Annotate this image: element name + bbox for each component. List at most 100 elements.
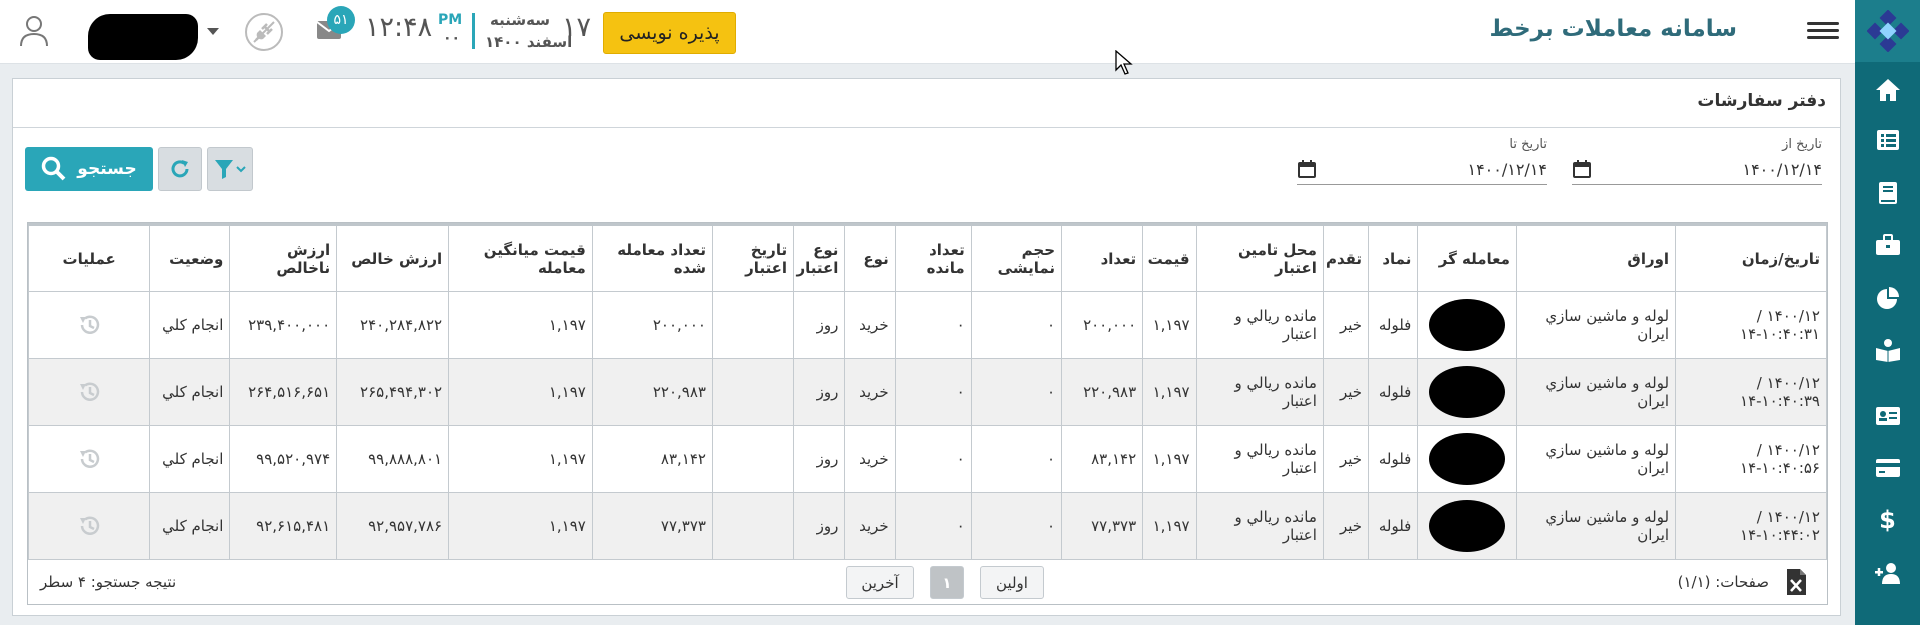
subscription-button[interactable]: پذیره نویسی	[603, 12, 736, 54]
col-header[interactable]: تاریخ/زمان	[1675, 223, 1827, 292]
cell-credit-date	[711, 358, 795, 426]
briefcase-icon[interactable]	[1855, 225, 1920, 265]
col-header[interactable]: وضعیت	[149, 223, 231, 292]
calendar-icon[interactable]	[1572, 159, 1592, 179]
page-1-button[interactable]: ۱	[930, 566, 964, 599]
cell-remaining: ۰	[894, 425, 972, 493]
cell-net-value: ۲۴۰,۲۸۴,۸۲۲	[336, 291, 450, 359]
pie-chart-icon[interactable]	[1855, 278, 1920, 318]
cell-datetime: ۱۴۰۰/۱۲ /۱۴-۱۰:۴۰:۵۶	[1675, 425, 1827, 493]
cell-priority: خیر	[1322, 492, 1370, 560]
dollar-icon[interactable]: $	[1855, 500, 1920, 540]
cell-trader	[1417, 425, 1517, 493]
top-bar: سامانه معاملات برخط پذیره نویسی ۱۷ سه‌شن…	[0, 0, 1855, 64]
col-header[interactable]: قیمت میانگین معامله	[448, 223, 593, 292]
list-icon[interactable]	[1855, 120, 1920, 160]
cell-credit-date	[711, 425, 795, 493]
col-header[interactable]: نوع اعتبار	[793, 223, 846, 292]
user-icon[interactable]	[18, 14, 50, 48]
table-row[interactable]: ۱۴۰۰/۱۲ /۱۴-۱۰:۴۰:۳۱ لوله و ماشين سازي ا…	[27, 291, 1827, 359]
sidebar: $	[1855, 0, 1920, 625]
excel-export-icon[interactable]	[1785, 568, 1807, 596]
cell-credit-source: مانده ريالي و اعتبار	[1195, 358, 1324, 426]
time-seconds: ۰۰	[443, 30, 461, 46]
cell-actions	[27, 291, 151, 359]
cell-status: انجام كلي	[149, 291, 231, 359]
cell-paper: لوله و ماشين سازي ايران	[1515, 425, 1677, 493]
cell-symbol: فلوله	[1368, 291, 1419, 359]
table-row[interactable]: ۱۴۰۰/۱۲ /۱۴-۱۰:۴۰:۵۶ لوله و ماشين سازي ا…	[27, 425, 1827, 493]
history-icon[interactable]	[77, 447, 101, 471]
home-icon[interactable]	[1855, 70, 1920, 110]
cell-actions	[27, 492, 151, 560]
logo[interactable]	[1855, 0, 1920, 62]
filter-button[interactable]	[207, 147, 253, 191]
date-to-input[interactable]: ۱۴۰۰/۱۲/۱۴	[1297, 153, 1547, 185]
cell-symbol: فلوله	[1368, 492, 1419, 560]
col-header[interactable]: محل تامین اعتبار	[1195, 223, 1324, 292]
connection-icon[interactable]	[245, 13, 283, 51]
table-row[interactable]: ۱۴۰۰/۱۲ /۱۴-۱۰:۴۴:۰۲ لوله و ماشين سازي ا…	[27, 492, 1827, 560]
cell-gross-value: ۲۶۴,۵۱۶,۶۵۱	[229, 358, 338, 426]
col-header[interactable]: تقدم	[1322, 223, 1370, 292]
history-icon[interactable]	[77, 380, 101, 404]
first-page-button[interactable]: اولین	[980, 566, 1044, 599]
cell-credit-date	[711, 492, 795, 560]
orders-table: تاریخ/زمان اوراق معامله گر نماد تقدم محل…	[27, 222, 1828, 605]
logo-icon	[1866, 10, 1909, 52]
cell-gross-value: ۲۳۹,۴۰۰,۰۰۰	[229, 291, 338, 359]
search-button[interactable]: جستجو	[25, 147, 153, 191]
col-header[interactable]: قیمت	[1142, 223, 1197, 292]
id-card-icon[interactable]	[1855, 396, 1920, 436]
cell-credit-source: مانده ريالي و اعتبار	[1195, 291, 1324, 359]
col-header[interactable]: نماد	[1368, 223, 1419, 292]
table-row[interactable]: ۱۴۰۰/۱۲ /۱۴-۱۰:۴۰:۳۹ لوله و ماشين سازي ا…	[27, 358, 1827, 426]
cell-display-volume: ۰	[970, 425, 1063, 493]
cell-type: خرید	[844, 358, 896, 426]
col-header[interactable]: تاریخ اعتبار	[711, 223, 795, 292]
col-header[interactable]: ارزش خالص	[336, 223, 450, 292]
reader-icon[interactable]	[1855, 330, 1920, 370]
cell-paper: لوله و ماشين سازي ايران	[1515, 358, 1677, 426]
col-header[interactable]: عملیات	[27, 223, 151, 292]
cell-credit-type: روز	[793, 291, 846, 359]
col-header[interactable]: حجم نمایشی	[970, 223, 1063, 292]
book-icon[interactable]	[1855, 173, 1920, 213]
trader-redacted	[1429, 366, 1506, 418]
col-header[interactable]: ارزش ناخالص	[229, 223, 338, 292]
date-from-input[interactable]: ۱۴۰۰/۱۲/۱۴	[1572, 153, 1822, 185]
col-header[interactable]: تعداد مانده	[894, 223, 972, 292]
cell-count: ۲۲۰,۹۸۳	[1061, 358, 1144, 426]
divider	[13, 127, 1840, 128]
refresh-button[interactable]	[158, 147, 202, 191]
date-weekday: سه‌شنبه	[490, 11, 550, 29]
col-header[interactable]: معامله گر	[1417, 223, 1517, 292]
cell-paper: لوله و ماشين سازي ايران	[1515, 291, 1677, 359]
col-header[interactable]: اوراق	[1515, 223, 1677, 292]
cell-symbol: فلوله	[1368, 358, 1419, 426]
table-header-row: تاریخ/زمان اوراق معامله گر نماد تقدم محل…	[27, 223, 1827, 292]
calendar-icon[interactable]	[1297, 159, 1317, 179]
cell-credit-date	[711, 291, 795, 359]
username-redacted[interactable]	[88, 14, 198, 60]
cell-price: ۱,۱۹۷	[1142, 492, 1197, 560]
cell-datetime: ۱۴۰۰/۱۲ /۱۴-۱۰:۴۰:۳۱	[1675, 291, 1827, 359]
credit-card-icon[interactable]	[1855, 448, 1920, 488]
cell-trader	[1417, 492, 1517, 560]
col-header[interactable]: تعداد	[1061, 223, 1144, 292]
history-icon[interactable]	[77, 514, 101, 538]
chevron-down-icon[interactable]	[207, 28, 219, 35]
cell-price: ۱,۱۹۷	[1142, 291, 1197, 359]
col-header[interactable]: نوع	[844, 223, 896, 292]
add-user-icon[interactable]	[1855, 553, 1920, 593]
cell-datetime: ۱۴۰۰/۱۲ /۱۴-۱۰:۴۴:۰۲	[1675, 492, 1827, 560]
menu-icon[interactable]	[1807, 18, 1839, 46]
cell-avg-price: ۱,۱۹۷	[448, 425, 593, 493]
date-divider	[472, 13, 475, 49]
cell-paper: لوله و ماشين سازي ايران	[1515, 492, 1677, 560]
mouse-cursor-icon	[1115, 50, 1133, 75]
history-icon[interactable]	[77, 313, 101, 337]
last-page-button[interactable]: آخرین	[846, 566, 914, 599]
col-header[interactable]: تعداد معامله شده	[591, 223, 713, 292]
cell-credit-type: روز	[793, 425, 846, 493]
